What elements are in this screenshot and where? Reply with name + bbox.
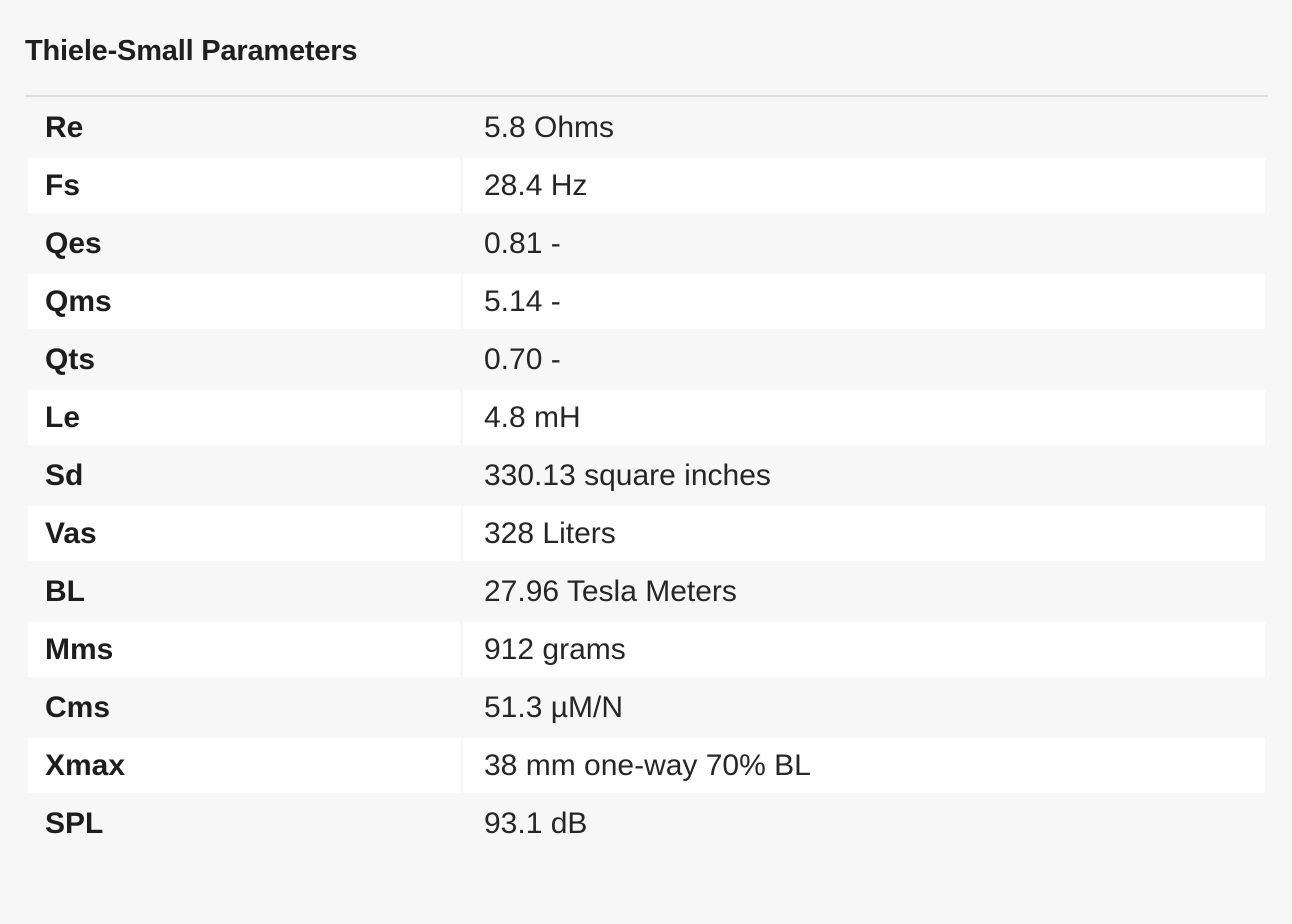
table-row: Cms 51.3 µM/N — [28, 680, 1265, 735]
parameter-name: BL — [28, 564, 460, 619]
table-row: Mms 912 grams — [28, 622, 1265, 677]
parameter-name: Sd — [28, 448, 460, 503]
parameter-name: Cms — [28, 680, 460, 735]
table-row: Qes 0.81 - — [28, 216, 1265, 271]
table-row: SPL 93.1 dB — [28, 796, 1265, 851]
parameter-value: 51.3 µM/N — [463, 680, 1265, 735]
parameter-name: Xmax — [28, 738, 460, 793]
parameter-value: 912 grams — [463, 622, 1265, 677]
parameter-name: Le — [28, 390, 460, 445]
table-row: Le 4.8 mH — [28, 390, 1265, 445]
table-row: Re 5.8 Ohms — [28, 100, 1265, 155]
parameter-value: 5.14 - — [463, 274, 1265, 329]
parameter-value: 0.81 - — [463, 216, 1265, 271]
parameter-name: Qms — [28, 274, 460, 329]
parameter-value: 330.13 square inches — [463, 448, 1265, 503]
parameter-name: Vas — [28, 506, 460, 561]
parameter-name: Re — [28, 100, 460, 155]
parameter-name: Fs — [28, 158, 460, 213]
parameter-name: Qts — [28, 332, 460, 387]
parameter-name: Qes — [28, 216, 460, 271]
parameter-value: 93.1 dB — [463, 796, 1265, 851]
parameter-value: 5.8 Ohms — [463, 100, 1265, 155]
parameter-value: 0.70 - — [463, 332, 1265, 387]
parameter-value: 38 mm one-way 70% BL — [463, 738, 1265, 793]
parameter-value: 4.8 mH — [463, 390, 1265, 445]
table-row: Fs 28.4 Hz — [28, 158, 1265, 213]
table-row: Sd 330.13 square inches — [28, 448, 1265, 503]
parameter-value: 328 Liters — [463, 506, 1265, 561]
table-row: Qms 5.14 - — [28, 274, 1265, 329]
table-row: Vas 328 Liters — [28, 506, 1265, 561]
parameter-value: 27.96 Tesla Meters — [463, 564, 1265, 619]
parameters-table: Re 5.8 Ohms Fs 28.4 Hz Qes 0.81 - Qms 5.… — [25, 97, 1268, 854]
page-title: Thiele-Small Parameters — [25, 35, 358, 67]
table-row: Qts 0.70 - — [28, 332, 1265, 387]
parameter-name: SPL — [28, 796, 460, 851]
table-row: BL 27.96 Tesla Meters — [28, 564, 1265, 619]
table-row: Xmax 38 mm one-way 70% BL — [28, 738, 1265, 793]
parameter-name: Mms — [28, 622, 460, 677]
parameter-value: 28.4 Hz — [463, 158, 1265, 213]
